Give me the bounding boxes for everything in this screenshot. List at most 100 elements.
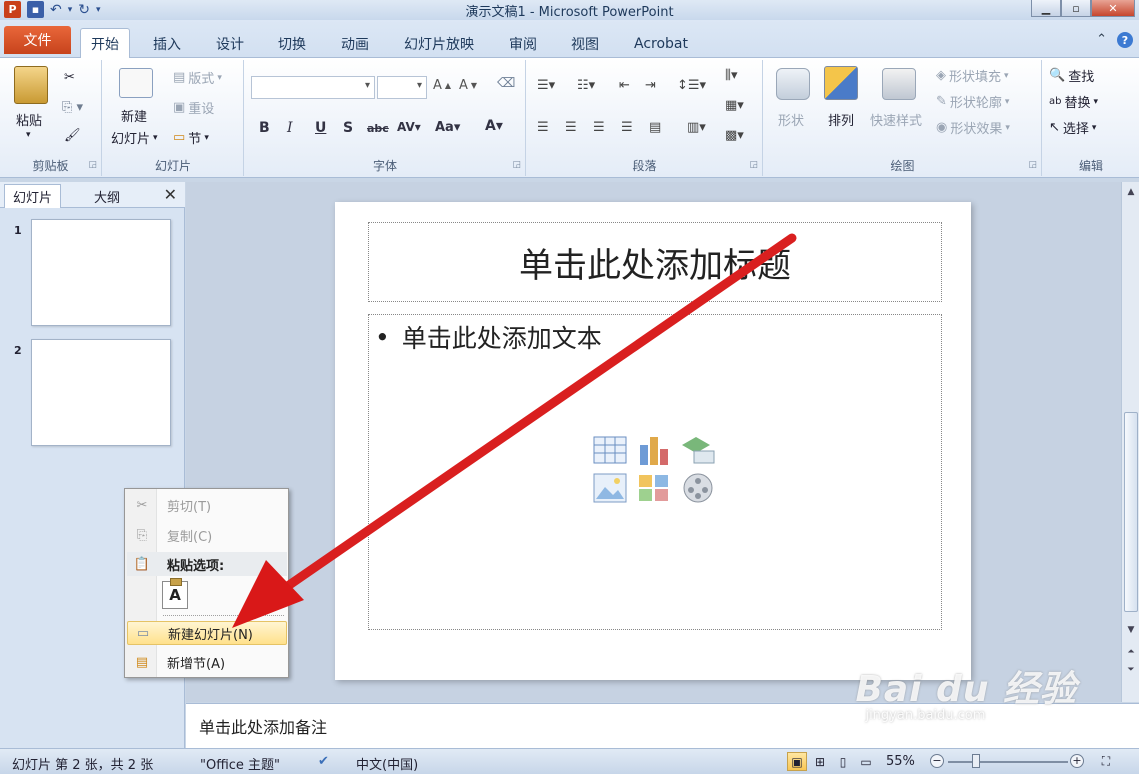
select-button[interactable]: ↖ 选择 ▾ [1049, 118, 1096, 137]
copy-icon[interactable]: ⎘ ▾ [62, 100, 83, 115]
scrollbar-thumb[interactable] [1124, 412, 1138, 612]
close-pane-icon[interactable]: ✕ [164, 185, 177, 204]
tab-view[interactable]: 视图 [561, 29, 609, 58]
new-slide-label[interactable]: 新建 [121, 106, 147, 125]
spellcheck-icon[interactable]: ✔ [318, 754, 329, 769]
zoom-slider-thumb[interactable] [972, 754, 980, 768]
numbering-icon[interactable]: ☷▾ [577, 78, 595, 93]
line-spacing-icon[interactable]: ↕☰▾ [677, 78, 706, 93]
scroll-up-icon[interactable]: ▲ [1123, 184, 1139, 200]
paste-icon[interactable] [14, 66, 48, 104]
increase-indent-icon[interactable]: ⇥ [645, 78, 656, 93]
bullets-icon[interactable]: ☰▾ [537, 78, 555, 93]
tab-slideshow[interactable]: 幻灯片放映 [394, 29, 484, 58]
content-placeholder[interactable]: • 单击此处添加文本 [368, 314, 942, 630]
grow-font-icon[interactable]: A ▲ [433, 78, 451, 93]
font-name-combo[interactable] [251, 76, 375, 99]
tab-design[interactable]: 设计 [206, 29, 254, 58]
theme-status[interactable]: "Office 主题" [200, 754, 280, 773]
tab-transitions[interactable]: 切换 [268, 29, 316, 58]
section-button[interactable]: ▭ 节 ▾ [173, 128, 209, 147]
paste-button[interactable]: 粘贴 [16, 110, 42, 129]
tab-home[interactable]: 开始 [80, 28, 130, 58]
paste-keep-text-only-button[interactable]: A [162, 578, 188, 609]
slide-thumbnail-2[interactable] [31, 339, 171, 446]
cut-icon[interactable]: ✂ [64, 70, 75, 85]
tab-review[interactable]: 审阅 [499, 29, 547, 58]
menu-item-cut[interactable]: ✂ 剪切(T) [127, 493, 287, 517]
vertical-scrollbar[interactable]: ▲ ▼ ⏶ ⏷ [1121, 182, 1139, 702]
replace-button[interactable]: ab 替换 ▾ [1049, 92, 1098, 111]
strikethrough-icon[interactable]: abc [367, 122, 389, 135]
clear-formatting-icon[interactable]: ⌫ [497, 76, 515, 91]
new-slide-button[interactable]: 幻灯片 ▾ [111, 128, 158, 147]
underline-icon[interactable]: U [315, 120, 326, 136]
text-direction-icon[interactable]: ⫼▾ [725, 68, 738, 83]
columns-icon[interactable]: ▥▾ [687, 120, 706, 135]
close-button[interactable]: ✕ [1091, 0, 1135, 17]
layout-button[interactable]: ▤ 版式 ▾ [173, 68, 222, 87]
align-text-icon[interactable]: ▦▾ [725, 98, 744, 113]
format-painter-icon[interactable]: 🖌 [64, 128, 81, 143]
decrease-indent-icon[interactable]: ⇤ [619, 78, 630, 93]
shapes-button[interactable]: 形状 [778, 110, 804, 129]
font-color-icon[interactable]: A▾ [485, 118, 503, 134]
quick-styles-icon[interactable] [882, 68, 916, 100]
zoom-slider-track[interactable] [948, 761, 1068, 763]
menu-item-copy[interactable]: ⎘ 复制(C) [127, 523, 287, 547]
shape-effects-button[interactable]: ◉ 形状效果 ▾ [936, 118, 1010, 137]
quick-styles-button[interactable]: 快速样式 [870, 110, 922, 129]
bold-icon[interactable]: B [259, 120, 270, 136]
italic-icon[interactable]: I [287, 120, 293, 136]
zoom-out-button[interactable]: − [930, 754, 944, 768]
zoom-in-button[interactable]: + [1070, 754, 1084, 768]
menu-item-new-section[interactable]: ▤ 新增节(A) [127, 650, 287, 674]
justify-icon[interactable]: ☰ [621, 120, 633, 135]
zoom-level[interactable]: 55% [886, 754, 915, 769]
menu-item-new-slide[interactable]: ▭ 新建幻灯片(N) [127, 621, 287, 645]
maximize-button[interactable]: ▫ [1061, 0, 1091, 17]
new-slide-icon[interactable] [119, 68, 153, 98]
smartart-icon[interactable]: ▩▾ [725, 128, 744, 143]
tab-insert[interactable]: 插入 [143, 29, 191, 58]
tab-file[interactable]: 文件 [4, 26, 71, 54]
insert-clipart-icon[interactable] [635, 471, 673, 505]
text-shadow-icon[interactable]: S [343, 120, 353, 136]
slideshow-view-icon[interactable]: ▭ [856, 752, 876, 771]
title-placeholder[interactable]: 单击此处添加标题 [368, 222, 942, 302]
slide-sorter-view-icon[interactable]: ⊞ [810, 752, 830, 771]
minimize-ribbon-icon[interactable]: ⌃ [1096, 32, 1107, 48]
character-spacing-icon[interactable]: AV▾ [397, 120, 421, 134]
paragraph-launcher-icon[interactable]: ◲ [749, 160, 758, 170]
tab-outline[interactable]: 大纲 [86, 184, 128, 208]
slide-canvas[interactable]: 单击此处添加标题 • 单击此处添加文本 [335, 202, 971, 680]
tab-animations[interactable]: 动画 [331, 29, 379, 58]
paste-dropdown-icon[interactable]: ▾ [26, 130, 31, 140]
shapes-icon[interactable] [776, 68, 810, 100]
align-right-icon[interactable]: ☰ [593, 120, 605, 135]
reset-button[interactable]: ▣ 重设 [173, 98, 214, 117]
shape-outline-button[interactable]: ✎ 形状轮廓 ▾ [936, 92, 1009, 111]
reading-view-icon[interactable]: ▯ [833, 752, 853, 771]
tab-slides[interactable]: 幻灯片 [4, 184, 62, 208]
drawing-launcher-icon[interactable]: ◲ [1028, 160, 1037, 170]
insert-chart-icon[interactable] [635, 433, 673, 467]
distributed-icon[interactable]: ▤ [649, 120, 661, 135]
fit-to-window-icon[interactable]: ⛶ [1096, 752, 1116, 771]
next-slide-icon[interactable]: ⏷ [1123, 662, 1139, 678]
clipboard-launcher-icon[interactable]: ◲ [88, 160, 97, 170]
previous-slide-icon[interactable]: ⏶ [1123, 644, 1139, 660]
slide-thumbnail-1[interactable] [31, 219, 171, 326]
arrange-button[interactable]: 排列 [828, 110, 854, 129]
language-status[interactable]: 中文(中国) [356, 754, 418, 773]
insert-smartart-icon[interactable] [679, 433, 717, 467]
arrange-icon[interactable] [824, 66, 858, 100]
align-center-icon[interactable]: ☰ [565, 120, 577, 135]
normal-view-icon[interactable]: ▣ [787, 752, 807, 771]
help-icon[interactable]: ? [1117, 32, 1133, 48]
minimize-button[interactable]: ▁ [1031, 0, 1061, 17]
insert-table-icon[interactable] [591, 433, 629, 467]
font-size-combo[interactable] [377, 76, 427, 99]
scroll-down-icon[interactable]: ▼ [1123, 622, 1139, 638]
insert-picture-icon[interactable] [591, 471, 629, 505]
